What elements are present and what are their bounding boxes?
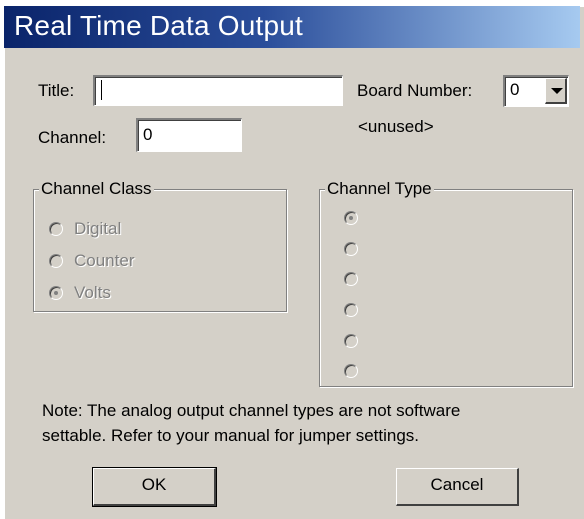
board-number-label: Board Number: bbox=[357, 81, 473, 100]
note-line-2: settable. Refer to your manual for jumpe… bbox=[42, 426, 420, 445]
unused-label: <unused> bbox=[358, 117, 434, 136]
note-line-1: Note: The analog output channel types ar… bbox=[42, 401, 461, 420]
ok-button[interactable]: OK bbox=[92, 467, 217, 507]
channel-type-label: Channel Type bbox=[325, 179, 434, 199]
radio-channel-type-5[interactable] bbox=[344, 334, 358, 348]
window-title: Real Time Data Output bbox=[14, 10, 303, 41]
ok-button-label: OK bbox=[141, 475, 167, 494]
radio-channel-type-3[interactable] bbox=[344, 272, 358, 286]
radio-channel-type-2[interactable] bbox=[344, 242, 358, 256]
radio-channel-type-1[interactable] bbox=[344, 211, 358, 225]
dropdown-arrow-button[interactable] bbox=[545, 78, 567, 104]
channel-input-value: 0 bbox=[143, 125, 153, 144]
radio-channel-type-4[interactable] bbox=[344, 303, 358, 317]
radio-counter-label: Counter bbox=[74, 251, 135, 270]
channel-class-group: Channel Class bbox=[33, 179, 287, 312]
channel-input[interactable]: 0 bbox=[136, 118, 242, 152]
radio-digital-label: Digital bbox=[74, 219, 122, 238]
chevron-down-icon bbox=[551, 88, 563, 94]
board-number-select[interactable]: 0 bbox=[503, 75, 569, 107]
title-label: Title: bbox=[38, 81, 75, 100]
cancel-button[interactable]: Cancel bbox=[396, 468, 519, 506]
radio-channel-type-6[interactable] bbox=[344, 364, 358, 378]
radio-counter[interactable] bbox=[49, 254, 63, 268]
radio-volts-label: Volts bbox=[74, 283, 111, 302]
channel-class-label: Channel Class bbox=[39, 179, 154, 199]
title-bar[interactable]: Real Time Data Output bbox=[4, 6, 580, 48]
cancel-button-label: Cancel bbox=[430, 475, 484, 494]
board-number-value: 0 bbox=[510, 80, 520, 99]
title-input[interactable] bbox=[93, 75, 343, 106]
channel-label: Channel: bbox=[38, 128, 107, 147]
text-caret bbox=[101, 80, 102, 100]
radio-digital[interactable] bbox=[49, 222, 63, 236]
radio-volts[interactable] bbox=[49, 286, 63, 300]
